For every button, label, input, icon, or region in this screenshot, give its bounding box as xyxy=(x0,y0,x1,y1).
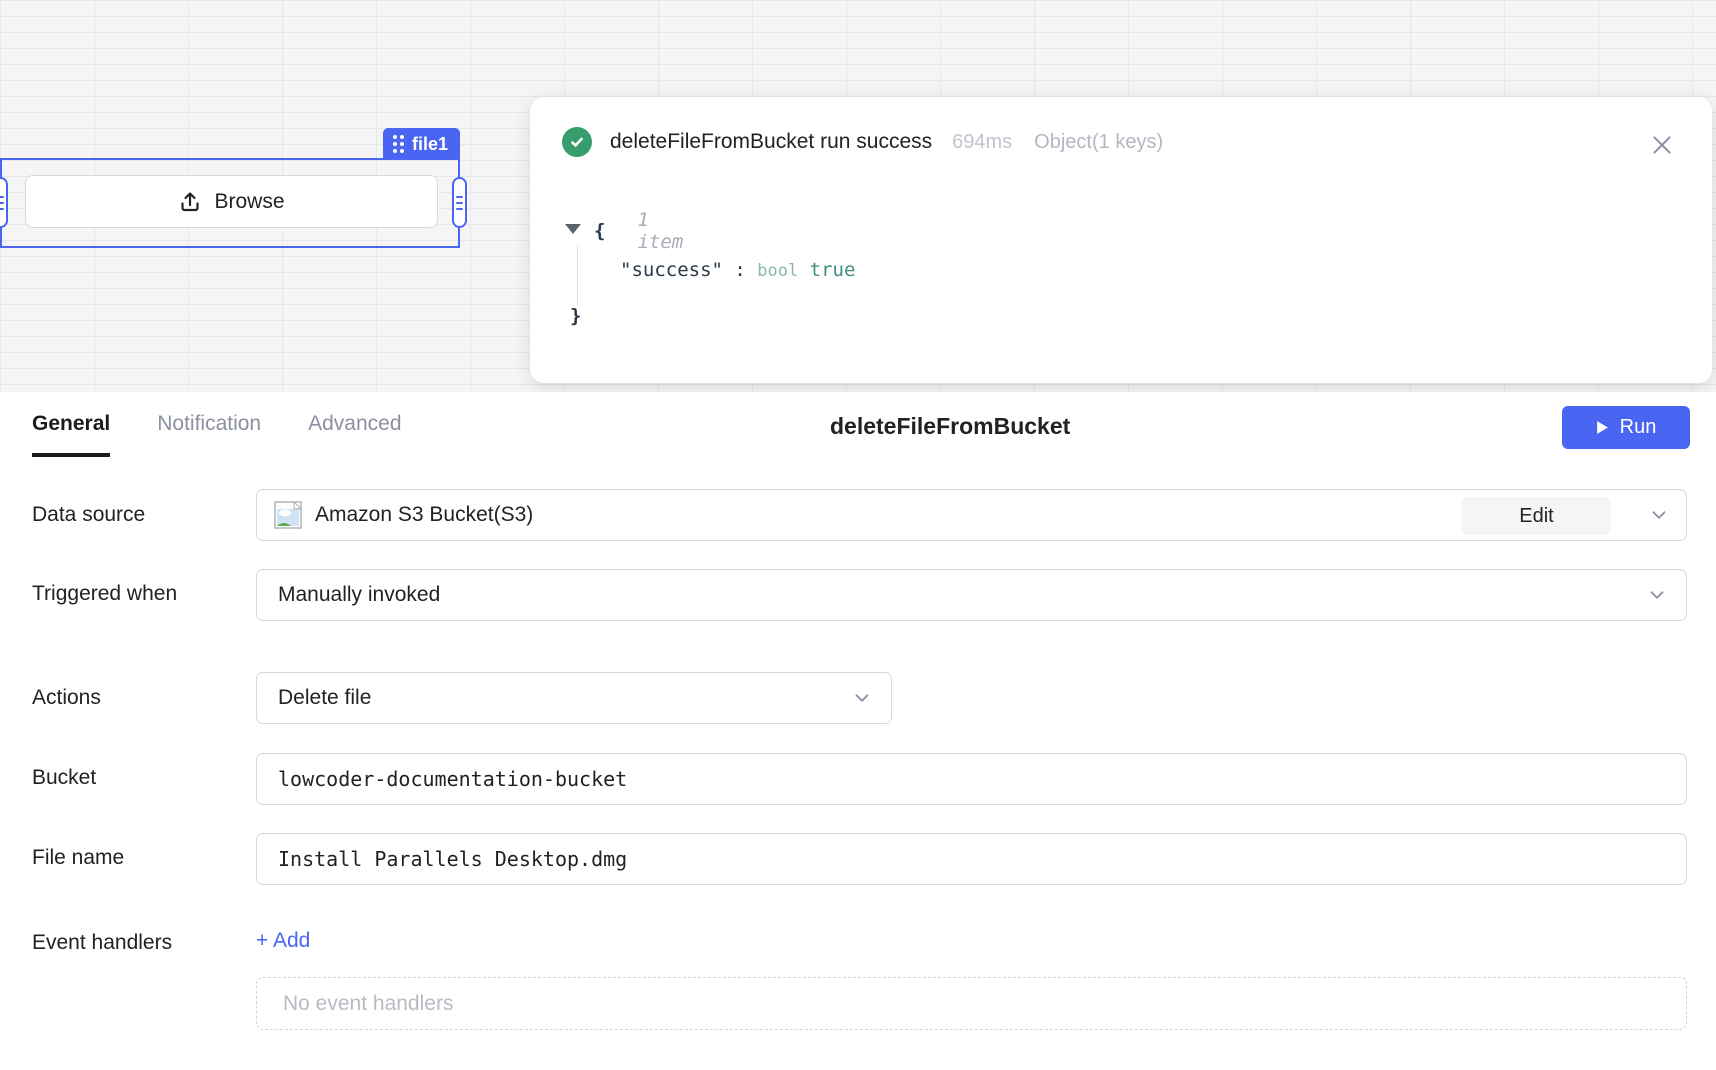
browse-button-label: Browse xyxy=(214,190,284,214)
file-upload-widget[interactable]: file1 Browse xyxy=(0,158,460,248)
file-name-value: Install Parallels Desktop.dmg xyxy=(278,847,627,871)
success-check-icon xyxy=(562,127,592,157)
tab-general[interactable]: General xyxy=(32,412,110,457)
chevron-down-icon xyxy=(851,687,873,709)
json-entry-row: "success" : bool true xyxy=(620,259,855,281)
chevron-down-icon xyxy=(1648,504,1670,526)
data-source-select[interactable]: Amazon S3 Bucket(S3) Edit xyxy=(256,489,1687,541)
json-close-row: } xyxy=(570,305,581,327)
json-root-row: { 1 item xyxy=(565,209,683,253)
query-settings-panel: General Notification Advanced deleteFile… xyxy=(0,392,1716,1070)
chevron-down-icon xyxy=(1646,584,1668,606)
query-title: deleteFileFromBucket xyxy=(830,413,1070,440)
actions-select[interactable]: Delete file xyxy=(256,672,892,724)
actions-label: Actions xyxy=(32,686,101,710)
actions-value: Delete file xyxy=(278,686,371,710)
close-icon[interactable] xyxy=(1648,131,1676,159)
json-value: true xyxy=(798,259,855,281)
bucket-label: Bucket xyxy=(32,766,96,790)
triggered-when-select[interactable]: Manually invoked xyxy=(256,569,1687,621)
file-name-label: File name xyxy=(32,846,124,870)
run-button[interactable]: Run xyxy=(1562,406,1690,449)
triggered-when-label: Triggered when xyxy=(32,582,177,606)
json-indent-guide xyxy=(577,245,578,305)
data-source-value: Amazon S3 Bucket(S3) xyxy=(315,503,533,527)
run-button-label: Run xyxy=(1620,416,1657,439)
bucket-value: lowcoder-documentation-bucket xyxy=(278,767,627,791)
json-key: "success" xyxy=(620,259,723,281)
drag-handle-icon[interactable] xyxy=(393,135,404,153)
collapse-caret-icon[interactable] xyxy=(565,224,581,234)
bucket-input[interactable]: lowcoder-documentation-bucket xyxy=(256,753,1687,805)
json-close-brace: } xyxy=(570,305,581,327)
run-result-toast: deleteFileFromBucket run success 694ms O… xyxy=(530,97,1712,383)
resize-handle-left[interactable] xyxy=(0,177,8,228)
upload-icon xyxy=(178,190,202,214)
no-event-handlers-text: No event handlers xyxy=(283,992,453,1016)
no-event-handlers-box: No event handlers xyxy=(256,977,1687,1030)
event-handlers-label: Event handlers xyxy=(32,931,172,955)
datasource-thumbnail-icon xyxy=(274,501,302,529)
json-open-brace: { xyxy=(594,220,605,242)
add-event-handler-link[interactable]: + Add xyxy=(256,929,310,953)
json-items-hint: 1 item xyxy=(637,209,683,253)
widget-name-tag[interactable]: file1 xyxy=(383,128,460,160)
file-name-input[interactable]: Install Parallels Desktop.dmg xyxy=(256,833,1687,885)
tab-advanced[interactable]: Advanced xyxy=(308,412,401,457)
toast-header: deleteFileFromBucket run success 694ms O… xyxy=(562,127,1632,157)
play-icon xyxy=(1596,420,1609,435)
settings-tabs: General Notification Advanced xyxy=(32,412,402,457)
toast-duration: 694ms xyxy=(952,131,1012,154)
resize-handle-right[interactable] xyxy=(452,177,467,228)
toast-title: deleteFileFromBucket run success xyxy=(610,130,932,154)
data-source-label: Data source xyxy=(32,503,145,527)
browse-button[interactable]: Browse xyxy=(25,175,438,228)
toast-summary: Object(1 keys) xyxy=(1034,131,1163,154)
json-colon: : xyxy=(723,259,757,281)
edit-datasource-button[interactable]: Edit xyxy=(1462,497,1611,535)
json-type-label: bool xyxy=(757,261,798,281)
tab-notification[interactable]: Notification xyxy=(157,412,261,457)
widget-name-label: file1 xyxy=(412,134,448,155)
triggered-when-value: Manually invoked xyxy=(278,583,440,607)
